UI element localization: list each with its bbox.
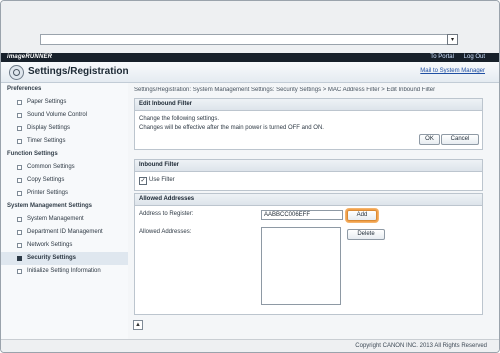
ok-button[interactable]: OK: [419, 134, 440, 145]
breadcrumb: Settings/Registration: System Management…: [134, 87, 436, 93]
sidebar-item-printer-settings[interactable]: Printer Settings: [1, 187, 128, 200]
sidebar-item-paper-settings[interactable]: Paper Settings: [1, 96, 128, 109]
browser-chrome: ▾: [1, 1, 499, 54]
copyright-text: Copyright CANON INC. 2013 All Rights Res…: [355, 343, 487, 349]
cancel-button[interactable]: Cancel: [441, 134, 479, 145]
browser-window: ▾ imageRUNNER To Portal Log Out Settings…: [0, 0, 500, 353]
allowed-addresses-panel: Allowed Addresses Address to Register: A…: [134, 193, 483, 315]
sidebar-item-display-settings[interactable]: Display Settings: [1, 122, 128, 135]
sidebar-item-security-settings[interactable]: Security Settings: [1, 252, 128, 265]
page-title: Settings/Registration: [28, 66, 129, 77]
allowed-addresses-label: Allowed Addresses:: [139, 229, 192, 235]
power-notice-text: Changes will be effective after the main…: [139, 125, 324, 131]
sidebar-item-sound-volume-control[interactable]: Sound Volume Control: [1, 109, 128, 122]
main-content: Settings/Registration: System Management…: [128, 83, 499, 339]
sidebar-item-department-id[interactable]: Department ID Management: [1, 226, 128, 239]
sidebar-section-preferences: Preferences: [7, 86, 42, 92]
footer: Copyright CANON INC. 2013 All Rights Res…: [1, 339, 499, 352]
top-links: To Portal Log Out: [422, 54, 485, 60]
to-portal-link[interactable]: To Portal: [430, 54, 454, 60]
panel-title: Edit Inbound Filter: [135, 99, 482, 111]
address-to-register-input[interactable]: AABBCC006EFF: [261, 210, 343, 220]
sidebar-item-common-settings[interactable]: Common Settings: [1, 161, 128, 174]
sidebar: Preferences Paper Settings Sound Volume …: [1, 83, 129, 339]
allowed-addresses-list[interactable]: [261, 227, 341, 305]
sidebar-section-system-management: System Management Settings: [7, 203, 93, 209]
settings-gear-icon: [9, 65, 24, 80]
sidebar-item-system-management[interactable]: System Management: [1, 213, 128, 226]
chevron-down-icon: ▾: [450, 36, 454, 43]
sidebar-item-network-settings[interactable]: Network Settings: [1, 239, 128, 252]
use-filter-label: Use Filter: [149, 177, 175, 183]
brand-label: imageRUNNER: [7, 54, 53, 60]
log-out-link[interactable]: Log Out: [464, 54, 485, 60]
sidebar-item-copy-settings[interactable]: Copy Settings: [1, 174, 128, 187]
sidebar-item-initialize-setting[interactable]: Initialize Setting Information: [1, 265, 128, 278]
scroll-to-top-icon[interactable]: ▲: [133, 320, 143, 330]
title-bar: Settings/Registration Mail to System Man…: [1, 62, 499, 83]
allowed-addresses-title: Allowed Addresses: [135, 194, 482, 206]
delete-button[interactable]: Delete: [347, 229, 385, 240]
address-bar[interactable]: [40, 34, 457, 45]
top-bar: imageRUNNER To Portal Log Out: [1, 53, 499, 62]
sidebar-item-timer-settings[interactable]: Timer Settings: [1, 135, 128, 148]
address-to-register-label: Address to Register:: [139, 211, 194, 217]
add-button[interactable]: Add: [347, 210, 377, 221]
address-dropdown-button[interactable]: ▾: [447, 34, 458, 45]
edit-inbound-filter-panel: Edit Inbound Filter Change the following…: [134, 98, 483, 150]
instruction-text: Change the following settings.: [139, 116, 220, 122]
mail-to-system-manager-link[interactable]: Mail to System Manager: [420, 68, 485, 74]
sidebar-section-function-settings: Function Settings: [7, 151, 58, 157]
inbound-filter-title: Inbound Filter: [135, 160, 482, 172]
use-filter-checkbox[interactable]: ✓: [139, 177, 147, 185]
inbound-filter-panel: Inbound Filter ✓ Use Filter: [134, 159, 483, 191]
